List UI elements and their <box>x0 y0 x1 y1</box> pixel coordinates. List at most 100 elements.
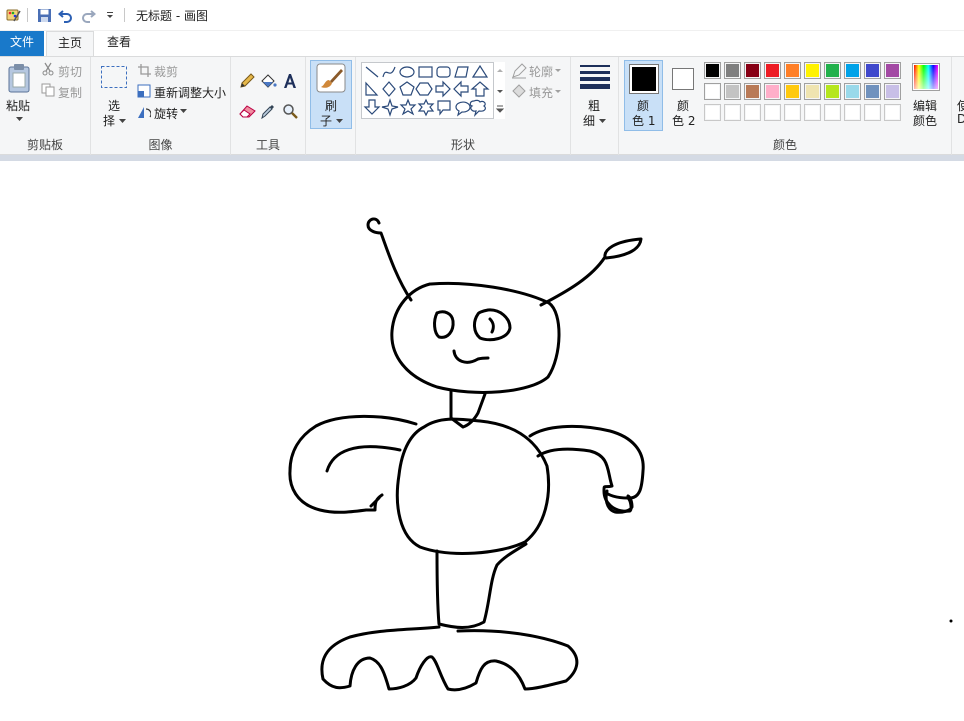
palette-swatch[interactable] <box>744 83 761 100</box>
edit-colors-icon[interactable] <box>912 63 940 91</box>
palette-swatch[interactable] <box>844 62 861 79</box>
palette-swatch[interactable] <box>744 104 761 121</box>
palette-swatch-color <box>746 64 759 77</box>
size-dropdown-arrow-icon[interactable] <box>598 117 606 125</box>
drawing-canvas[interactable] <box>0 161 964 721</box>
palette-swatch[interactable] <box>864 104 881 121</box>
size-label-line2[interactable]: 细 <box>583 112 595 129</box>
fill-icon[interactable] <box>511 83 527 99</box>
palette-swatch-color <box>846 106 859 119</box>
palette-swatch-color <box>766 64 779 77</box>
drawing-svg[interactable] <box>0 161 964 721</box>
rounded-rectangle-shape-icon <box>436 66 451 78</box>
rotate-label[interactable]: 旋转 <box>154 105 178 122</box>
rotate-icon[interactable] <box>137 105 151 119</box>
palette-swatch[interactable] <box>704 62 721 79</box>
palette-swatch[interactable] <box>824 104 841 121</box>
palette-swatch[interactable] <box>804 83 821 100</box>
redo-icon[interactable] <box>79 6 97 24</box>
paste-label[interactable]: 粘贴 <box>6 97 30 114</box>
fill-label[interactable]: 填充 <box>529 84 553 101</box>
drawing-left-eye <box>433 310 455 339</box>
palette-swatch[interactable] <box>764 83 781 100</box>
tab-view[interactable]: 查看 <box>98 31 140 56</box>
palette-swatch[interactable] <box>704 104 721 121</box>
palette-swatch[interactable] <box>784 62 801 79</box>
palette-swatch[interactable] <box>744 62 761 79</box>
palette-swatch[interactable] <box>844 83 861 100</box>
edit-colors-label-line2[interactable]: 颜色 <box>913 112 937 129</box>
crop-label[interactable]: 裁剪 <box>154 63 178 80</box>
left-arrow-shape-icon <box>453 80 469 98</box>
resize-icon[interactable] <box>137 84 151 98</box>
outline-label[interactable]: 轮廓 <box>529 63 553 80</box>
color1-label-line2[interactable]: 色 1 <box>632 112 655 129</box>
palette-swatch[interactable] <box>724 104 741 121</box>
resize-label[interactable]: 重新调整大小 <box>154 84 226 101</box>
select-label-line2[interactable]: 择 <box>103 112 115 129</box>
palette-swatch[interactable] <box>724 62 741 79</box>
drawing-right-antenna <box>539 237 643 307</box>
rotate-dropdown-arrow-icon[interactable] <box>179 107 187 115</box>
palette-swatch[interactable] <box>884 83 901 100</box>
palette-swatch[interactable] <box>784 83 801 100</box>
line-thickness-icon[interactable] <box>579 64 611 90</box>
palette-swatch[interactable] <box>824 83 841 100</box>
palette-swatch[interactable] <box>764 62 781 79</box>
paste-dropdown-arrow-icon[interactable] <box>14 114 24 124</box>
palette-swatch[interactable] <box>864 62 881 79</box>
clipboard-group: 粘贴 剪切 复制 剪贴板 <box>0 57 91 156</box>
crop-icon[interactable] <box>137 63 151 77</box>
palette-swatch[interactable] <box>844 104 861 121</box>
palette-swatch[interactable] <box>804 62 821 79</box>
edge-label-line2[interactable]: D <box>957 112 964 126</box>
text-tool-icon[interactable] <box>281 72 299 90</box>
color-picker-icon[interactable] <box>259 102 277 120</box>
brush-icon[interactable] <box>316 63 346 93</box>
tab-home[interactable]: 主页 <box>46 31 94 57</box>
fill-dropdown-arrow-icon[interactable] <box>554 87 562 95</box>
palette-swatch[interactable] <box>784 104 801 121</box>
palette-swatch[interactable] <box>804 104 821 121</box>
color2-swatch[interactable] <box>672 68 694 90</box>
palette-swatch[interactable] <box>824 62 841 79</box>
palette-swatch-color <box>806 106 819 119</box>
brush-dropdown-arrow-icon[interactable] <box>335 117 343 125</box>
eraser-icon[interactable] <box>238 102 256 120</box>
save-icon[interactable] <box>35 6 53 24</box>
shapes-gallery-scrollbar[interactable] <box>493 62 505 119</box>
palette-swatch-color <box>886 85 899 98</box>
brush-label-line2[interactable]: 子 <box>320 112 332 129</box>
palette-swatch[interactable] <box>864 83 881 100</box>
palette-swatch[interactable] <box>764 104 781 121</box>
copy-icon[interactable] <box>41 83 55 97</box>
palette-swatch-color <box>826 64 839 77</box>
pencil-icon[interactable] <box>238 72 256 90</box>
ribbon-tabs: 文件 主页 查看 <box>0 31 964 57</box>
outline-dropdown-arrow-icon[interactable] <box>554 66 562 74</box>
cut-icon[interactable] <box>41 62 55 76</box>
cut-label[interactable]: 剪切 <box>58 63 82 80</box>
palette-swatch-color <box>706 106 719 119</box>
paste-icon[interactable] <box>6 62 32 94</box>
palette-swatch-color <box>866 64 879 77</box>
drawing-base <box>320 625 579 692</box>
color2-label-line2[interactable]: 色 2 <box>672 112 695 129</box>
magnifier-icon[interactable] <box>281 102 299 120</box>
undo-icon[interactable] <box>57 6 75 24</box>
gallery-expand-icon <box>495 105 505 113</box>
copy-label[interactable]: 复制 <box>58 84 82 101</box>
palette-swatch[interactable] <box>884 104 901 121</box>
paint-app-icon[interactable] <box>4 6 22 24</box>
color1-swatch[interactable] <box>629 64 659 94</box>
palette-swatch[interactable] <box>704 83 721 100</box>
tab-file[interactable]: 文件 <box>0 31 44 56</box>
palette-swatch[interactable] <box>724 83 741 100</box>
palette-swatch[interactable] <box>884 62 901 79</box>
fill-bucket-icon[interactable] <box>259 72 277 90</box>
outline-icon[interactable] <box>511 63 527 79</box>
select-dropdown-arrow-icon[interactable] <box>118 117 126 125</box>
shapes-group-label: 形状 <box>450 138 475 152</box>
customize-toolbar-icon[interactable] <box>101 6 119 24</box>
select-icon[interactable] <box>99 64 129 90</box>
